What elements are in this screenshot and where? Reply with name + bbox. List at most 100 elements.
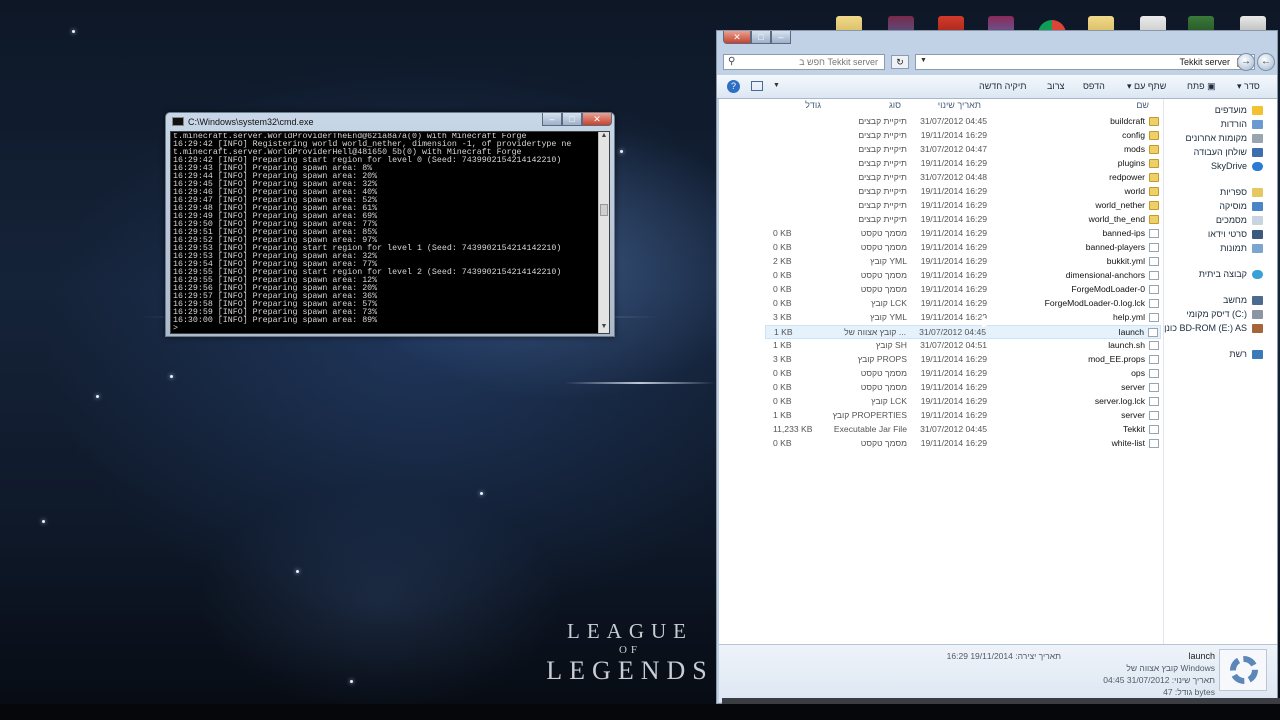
nav-favorites[interactable]: מועדפים — [1215, 105, 1263, 115]
file-type: תיקיית קבצים — [858, 214, 907, 224]
file-row[interactable]: dimensional-anchors 19/11/2014 16:29 מסמך … — [765, 269, 1161, 283]
file-icon — [1149, 411, 1159, 420]
file-row[interactable]: mod_EE.props 19/11/2014 16:29 קובץ PROPS 3 … — [765, 353, 1161, 367]
file-row[interactable]: mods 31/07/2012 04:47 תיקיית קבצים — [765, 143, 1161, 157]
file-size: 0 KB — [773, 298, 792, 308]
nav-cd-drive[interactable]: כונן BD-ROM (E:) AS — [1164, 323, 1263, 333]
open-button[interactable]: פתח ▣ — [1187, 81, 1216, 92]
file-icon — [1149, 299, 1159, 308]
column-header-type[interactable]: סוג — [889, 100, 901, 110]
explorer-titlebar[interactable]: ✕ □ – — [717, 31, 1277, 51]
nav-local-disk[interactable]: דיסק מקומי (C:) — [1186, 309, 1263, 319]
print-button[interactable]: הדפס — [1083, 81, 1105, 91]
file-name: mods — [1123, 144, 1145, 154]
forward-button[interactable]: → — [1237, 53, 1255, 71]
file-row[interactable]: plugins 19/11/2014 16:29 תיקיית קבצים — [765, 157, 1161, 171]
refresh-icon[interactable]: ↻ — [891, 55, 909, 69]
nav-music[interactable]: מוסיקה — [1219, 201, 1263, 211]
cmd-window[interactable]: C:\Windows\system32\cmd.exe – □ ✕ t.mine… — [165, 112, 615, 337]
nav-pictures[interactable]: תמונות — [1220, 243, 1263, 253]
scroll-down-arrow-icon[interactable]: ▼ — [599, 323, 609, 333]
search-input[interactable]: ⚲ חפש ב Tekkit server — [723, 54, 885, 70]
nav-recent-places[interactable]: מקומות אחרונים — [1186, 133, 1263, 143]
scrollbar-thumb[interactable] — [600, 204, 608, 216]
file-row[interactable]: world 19/11/2014 16:29 תיקיית קבצים — [765, 185, 1161, 199]
maximize-button[interactable]: □ — [751, 31, 771, 44]
file-type: Executable Jar File — [833, 424, 907, 434]
nav-skydrive[interactable]: SkyDrive — [1211, 161, 1263, 171]
file-name: config — [1122, 130, 1145, 140]
help-icon[interactable]: ? — [727, 80, 740, 93]
file-row[interactable]: ForgeModLoader-0 19/11/2014 16:29 מסמך טקס… — [765, 283, 1161, 297]
maximize-button[interactable]: □ — [562, 113, 582, 126]
file-row[interactable]: server 19/11/2014 16:29 קובץ PROPERTIES 1 K… — [765, 409, 1161, 423]
nav-libraries[interactable]: ספריות — [1220, 187, 1263, 197]
console-output[interactable]: t.minecraft.server.WorldProviderTheEnd@6… — [170, 131, 610, 334]
minimize-button[interactable]: – — [542, 113, 562, 126]
downloads-icon — [1252, 120, 1263, 129]
close-button[interactable]: ✕ — [582, 113, 612, 126]
console-line: 16:30:00 [INFO] Preparing spawn area: 89… — [173, 316, 378, 325]
file-row[interactable]: redpower 31/07/2012 04:48 תיקיית קבצים — [765, 171, 1161, 185]
file-list[interactable]: שם תאריך שינוי סוג גודל buildcraft 31/07/… — [719, 99, 1163, 644]
column-header-date[interactable]: תאריך שינוי — [938, 100, 981, 110]
file-row[interactable]: ops 19/11/2014 16:29 מסמך טקסט 0 KB — [765, 367, 1161, 381]
file-type: קובץ PROPS — [857, 354, 907, 364]
file-row[interactable]: white-list 19/11/2014 16:29 מסמך טקסט 0 KB — [765, 437, 1161, 451]
nav-network[interactable]: רשת — [1229, 349, 1263, 359]
disk-icon — [1252, 310, 1263, 319]
view-options-icon[interactable]: ▼ — [773, 82, 780, 89]
share-with-button[interactable]: ▾ שתף עם — [1127, 81, 1166, 92]
navigation-pane[interactable]: מועדפים הורדות מקומות אחרונים שולחן העבו… — [1163, 99, 1277, 644]
file-row[interactable]: server 19/11/2014 16:29 מסמך טקסט 0 KB — [765, 381, 1161, 395]
file-row[interactable]: bukkit.yml 19/11/2014 16:29 קובץ YML 2 KB — [765, 255, 1161, 269]
file-type: תיקיית קבצים — [858, 200, 907, 210]
file-type: תיקיית קבצים — [858, 130, 907, 140]
wallpaper-star — [350, 680, 353, 683]
close-button[interactable]: ✕ — [723, 31, 751, 44]
nav-desktop[interactable]: שולחן העבודה — [1194, 147, 1263, 157]
cmd-titlebar[interactable]: C:\Windows\system32\cmd.exe – □ ✕ — [166, 113, 614, 131]
nav-videos[interactable]: סרטי וידאו — [1208, 229, 1263, 239]
console-lines: t.minecraft.server.WorldProviderTheEnd@6… — [173, 133, 597, 333]
file-icon — [1149, 355, 1159, 364]
explorer-window[interactable]: ✕ □ – ⚲ חפש ב Tekkit server ↻ ▼ Tekkit s… — [716, 30, 1278, 704]
preview-pane-icon[interactable] — [751, 81, 763, 91]
file-row[interactable]: banned-ips 19/11/2014 16:29 מסמך טקסט 0 KB — [765, 227, 1161, 241]
file-row[interactable]: buildcraft 31/07/2012 04:45 תיקיית קבצים — [765, 115, 1161, 129]
nav-label: סרטי וידאו — [1207, 229, 1247, 239]
file-type: מסמך טקסט — [860, 270, 907, 280]
file-row[interactable]: Tekkit 31/07/2012 04:45 Executable Jar Fil… — [765, 423, 1161, 437]
file-row[interactable]: help.yml 19/11/2014 16:29 קובץ YML 3 KB — [765, 311, 1161, 325]
file-row[interactable]: server.log.lck 19/11/2014 16:29 קובץ LCK 0 … — [765, 395, 1161, 409]
nav-downloads[interactable]: הורדות — [1221, 119, 1263, 129]
scroll-up-arrow-icon[interactable]: ▲ — [599, 132, 609, 142]
file-row[interactable]: ForgeModLoader-0.log.lck 19/11/2014 16:29… — [765, 297, 1161, 311]
address-input[interactable]: ▼ Tekkit server — [915, 54, 1255, 70]
folder-icon — [1149, 215, 1159, 224]
nav-documents[interactable]: מסמכים — [1216, 215, 1263, 225]
logo-line-3: LEGENDS — [546, 656, 714, 685]
file-date: 19/11/2014 16:29 — [920, 298, 987, 308]
organize-button[interactable]: ▾ סדר — [1237, 81, 1260, 92]
nav-homegroup[interactable]: קבוצה ביתית — [1199, 269, 1263, 279]
minimize-button[interactable]: – — [771, 31, 791, 44]
column-header-name[interactable]: שם — [1136, 100, 1149, 110]
nav-label: ספריות — [1219, 187, 1247, 197]
file-name: world — [1124, 186, 1145, 196]
file-icon — [1149, 425, 1159, 434]
file-row[interactable]: banned-players 19/11/2014 16:29 מסמך טקסט 0… — [765, 241, 1161, 255]
cd-drive-icon — [1252, 324, 1263, 333]
column-header-size[interactable]: גודל — [805, 100, 821, 110]
new-folder-button[interactable]: תיקיה חדשה — [979, 81, 1026, 91]
file-row[interactable]: launch.sh 31/07/2012 04:51 קובץ SH 1 KB — [765, 339, 1161, 353]
file-row[interactable]: config 19/11/2014 16:29 תיקיית קבצים — [765, 129, 1161, 143]
console-scrollbar[interactable]: ▲ ▼ — [598, 132, 609, 333]
address-dropdown-icon[interactable]: ▼ — [920, 57, 927, 64]
file-row[interactable]: world_the_end 19/11/2014 16:29 תיקיית קבצי… — [765, 213, 1161, 227]
file-row[interactable]: world_nether 19/11/2014 16:29 תיקיית קבצים — [765, 199, 1161, 213]
burn-button[interactable]: צרוב — [1047, 81, 1064, 91]
nav-computer[interactable]: מחשב — [1223, 295, 1263, 305]
file-row[interactable]: launch 31/07/2012 04:45 קובץ אצווה של ... 1… — [765, 325, 1161, 339]
back-button[interactable]: ← — [1257, 53, 1275, 71]
